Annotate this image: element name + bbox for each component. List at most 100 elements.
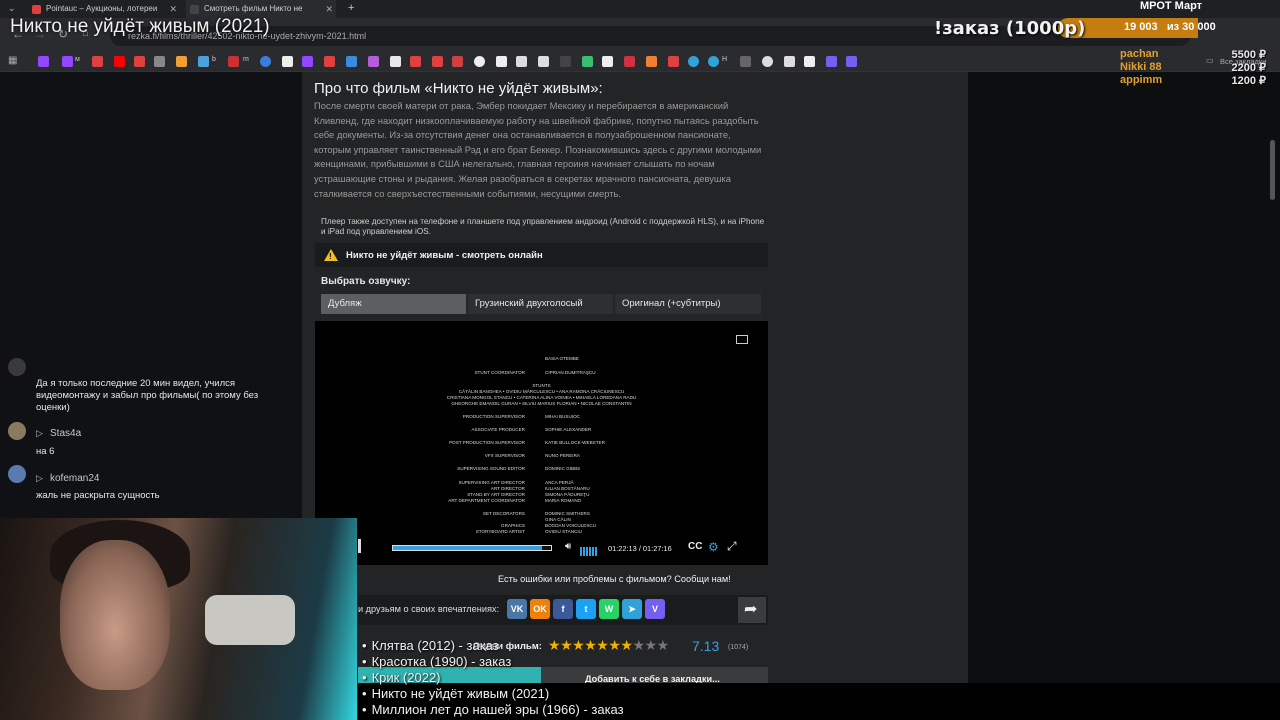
star-icon[interactable]: ★: [548, 637, 561, 653]
star-icon[interactable]: ★: [632, 637, 645, 653]
bookmark-icon[interactable]: [324, 56, 335, 67]
play-icon: ▷: [36, 428, 43, 438]
chat-username: kofeman24: [50, 473, 100, 484]
chat-username: Stas4a: [50, 428, 82, 439]
vk-share-icon[interactable]: VK: [507, 599, 527, 619]
bookmark-icon[interactable]: [452, 56, 463, 67]
volume-slider[interactable]: [580, 543, 598, 561]
fullscreen-icon[interactable]: ⤢: [727, 539, 737, 554]
bookmark-icon[interactable]: [582, 56, 593, 67]
telegram-bookmark-icon[interactable]: [688, 56, 699, 67]
page-scrollbar[interactable]: [1270, 140, 1275, 200]
bookmark-label: b: [212, 56, 216, 63]
youtube-bookmark-icon[interactable]: [114, 56, 125, 67]
folder-icon[interactable]: ▭: [1206, 56, 1214, 65]
bookmark-icon[interactable]: [432, 56, 443, 67]
bookmark-icon[interactable]: [762, 56, 773, 67]
donor-name: pachan: [1120, 48, 1159, 60]
credit-role: STAND BY ART DIRECTOR: [467, 492, 525, 497]
star-icon[interactable]: ★: [620, 637, 633, 653]
bookmark-icon[interactable]: [784, 56, 795, 67]
bookmark-label: м: [75, 56, 80, 63]
rating-count: (1074): [728, 644, 749, 651]
queue-item: Миллион лет до нашей эры (1966) - заказ: [362, 702, 624, 717]
stream-title: Никто не уйдёт живым (2021): [10, 16, 270, 37]
share-icon[interactable]: ➦: [738, 597, 766, 623]
apps-grid-icon[interactable]: ▦: [8, 55, 17, 66]
bookmark-icon[interactable]: [496, 56, 507, 67]
video-player[interactable]: [315, 321, 768, 565]
bookmark-icon[interactable]: [134, 56, 145, 67]
credit-line: CĂTĂLIN BANGHEA • OVIDIU MĂRCULESCU • AN…: [458, 389, 625, 394]
settings-gear-icon[interactable]: ⚙: [708, 540, 719, 554]
bookmark-icon[interactable]: [602, 56, 613, 67]
rezka-favicon-icon: [190, 5, 199, 14]
credit-name: BOGDAN VOICULESCU: [545, 523, 597, 528]
voice-option-dubbing[interactable]: Дубляж: [321, 294, 466, 314]
bookmark-icon[interactable]: [538, 56, 549, 67]
star-icon[interactable]: ★: [657, 637, 670, 653]
twitter-share-icon[interactable]: t: [576, 599, 596, 619]
bookmark-icon[interactable]: [390, 56, 401, 67]
voice-option-georgian[interactable]: Грузинский двухголосый: [468, 294, 613, 314]
new-tab-button[interactable]: +: [348, 2, 354, 14]
bookmark-label: H: [722, 56, 728, 63]
viber-share-icon[interactable]: V: [645, 599, 665, 619]
tab-list-icon[interactable]: ⌄: [8, 3, 16, 14]
bookmark-icon[interactable]: [740, 56, 751, 67]
subtitles-icon[interactable]: CC: [688, 541, 702, 552]
telegram-share-icon[interactable]: ➤: [622, 599, 642, 619]
ok-share-icon[interactable]: OK: [530, 599, 550, 619]
bookmark-icon[interactable]: [228, 56, 239, 67]
mail-bookmark-icon[interactable]: [176, 56, 187, 67]
credit-name: MIHAI BUSUIOC: [545, 414, 580, 419]
close-tab-icon[interactable]: ✕: [325, 0, 333, 18]
whatsapp-share-icon[interactable]: W: [599, 599, 619, 619]
bookmark-icon[interactable]: [368, 56, 379, 67]
bookmark-icon[interactable]: [846, 56, 857, 67]
report-problem-link[interactable]: Есть ошибки или проблемы с фильмом? Сооб…: [498, 574, 731, 584]
bookmark-icon[interactable]: [826, 56, 837, 67]
bookmark-icon[interactable]: [260, 56, 271, 67]
bookmark-icon[interactable]: [516, 56, 527, 67]
twitch-bookmark-icon[interactable]: [62, 56, 73, 67]
bookmark-icon[interactable]: [198, 56, 209, 67]
twitch-bookmark-icon[interactable]: [38, 56, 49, 67]
star-icon[interactable]: ★: [645, 637, 658, 653]
volume-icon[interactable]: 🔊︎: [565, 541, 571, 552]
bookmark-icon[interactable]: [804, 56, 815, 67]
bookmark-icon[interactable]: [410, 56, 421, 67]
bookmark-icon[interactable]: [92, 56, 103, 67]
bookmark-icon[interactable]: [474, 56, 485, 67]
webcam-face: [60, 540, 170, 690]
credit-role: STORYBOARD ARTIST: [475, 529, 525, 534]
chat-message: жаль не раскрыта сущность: [36, 490, 160, 501]
star-icon[interactable]: ★: [608, 637, 621, 653]
credit-line: STUNTS: [532, 383, 551, 388]
picture-in-picture-icon[interactable]: [736, 335, 748, 344]
credit-name: SIMONA PĂDUREŢU: [545, 492, 590, 497]
bookmark-icon[interactable]: [282, 56, 293, 67]
star-icon[interactable]: ★: [572, 637, 585, 653]
star-icon[interactable]: ★: [560, 637, 573, 653]
star-icon[interactable]: ★: [596, 637, 609, 653]
credit-name: ANCA PERJĂ: [545, 480, 574, 485]
credit-line: CRISTIANA MONGOL STANCU • CATERINA ALINA…: [446, 395, 637, 400]
bookmark-icon[interactable]: [646, 56, 657, 67]
facebook-share-icon[interactable]: f: [553, 599, 573, 619]
bookmark-icon[interactable]: [346, 56, 357, 67]
credit-role: GRAPHICS: [501, 523, 525, 528]
telegram-bookmark-icon[interactable]: [708, 56, 719, 67]
rating-stars[interactable]: ★★★★★★★★★★: [548, 637, 669, 654]
bookmark-icon[interactable]: [668, 56, 679, 67]
bookmark-icon[interactable]: [560, 56, 571, 67]
credit-name: DOMINIC SMITHERS: [545, 511, 590, 516]
bookmark-icon[interactable]: [624, 56, 635, 67]
star-icon[interactable]: ★: [584, 637, 597, 653]
bookmark-icon[interactable]: [302, 56, 313, 67]
bookmark-icon[interactable]: [154, 56, 165, 67]
voice-option-original[interactable]: Оригинал (+субтитры): [615, 294, 761, 314]
queue-item: Клятва (2012) - заказ: [362, 638, 499, 653]
credit-role: ART DEPARTMENT COORDINATOR: [448, 498, 525, 503]
credit-role: POST PRODUCTION SUPERVISOR: [449, 440, 525, 445]
